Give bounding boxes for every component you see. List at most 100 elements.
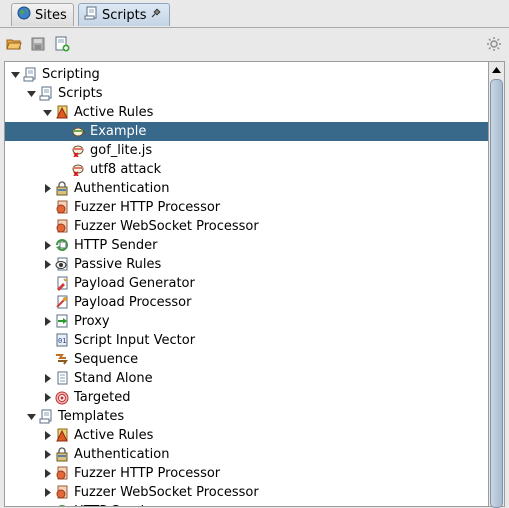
tree-node[interactable]: Fuzzer HTTP Processor: [5, 198, 488, 217]
expand-arrow-right-icon[interactable]: [43, 393, 52, 402]
tree-node[interactable]: Fuzzer WebSocket Processor: [5, 483, 488, 502]
expand-arrow-right-icon[interactable]: [43, 317, 52, 326]
tree-node[interactable]: gof_lite.js: [5, 141, 488, 160]
tree-node-label: Authentication: [74, 181, 170, 196]
authentication-icon: [55, 447, 69, 462]
passive-rules-icon: [55, 257, 69, 272]
folder-open-icon[interactable]: [5, 35, 23, 53]
tree-node[interactable]: Fuzzer HTTP Processor: [5, 464, 488, 483]
tree-node[interactable]: Authentication: [5, 445, 488, 464]
tree-node-label: Fuzzer HTTP Processor: [74, 466, 221, 481]
expand-arrow-down-icon[interactable]: [43, 108, 52, 117]
tree-node-label: Fuzzer WebSocket Processor: [74, 219, 259, 234]
tree-node[interactable]: Payload Generator: [5, 274, 488, 293]
gear-icon[interactable]: [485, 35, 503, 53]
script-tree[interactable]: Scripting Scripts Active Rules Example gof_l…: [4, 61, 488, 507]
vertical-scrollbar[interactable]: [488, 61, 505, 508]
input-vector-icon: 01: [55, 333, 69, 348]
tab-scripts[interactable]: Scripts: [78, 3, 170, 26]
pin-icon[interactable]: [150, 7, 162, 23]
tree-node[interactable]: HTTP Sender: [5, 236, 488, 255]
tree-node[interactable]: Fuzzer WebSocket Processor: [5, 217, 488, 236]
payload-processor-icon: [55, 295, 69, 310]
tree-node[interactable]: utf8 attack: [5, 160, 488, 179]
tree-node-label: Payload Processor: [74, 295, 192, 310]
active-rules-icon: [55, 428, 69, 443]
new-script-icon[interactable]: [53, 35, 71, 53]
tree-node-label: Stand Alone: [74, 371, 153, 386]
tree-node[interactable]: Active Rules: [5, 103, 488, 122]
tree-node-label: Fuzzer HTTP Processor: [74, 200, 221, 215]
expand-arrow-right-icon[interactable]: [43, 450, 52, 459]
tree-node[interactable]: HTTP Sender: [5, 502, 488, 506]
tree-node-label: Targeted: [74, 390, 131, 405]
tree-node-label: HTTP Sender: [74, 503, 157, 506]
tree-node[interactable]: 01 Script Input Vector: [5, 331, 488, 350]
http-sender-icon: [55, 238, 69, 253]
script-disabled-icon: [71, 143, 85, 158]
stand-alone-icon: [55, 371, 69, 386]
proxy-icon: [55, 314, 69, 329]
tab-sites-label: Sites: [35, 7, 67, 23]
tree-node[interactable]: Authentication: [5, 179, 488, 198]
tree-node-label: Active Rules: [74, 105, 154, 120]
scrollbar-thumb[interactable]: [490, 79, 503, 508]
targeted-icon: [55, 390, 69, 405]
fuzzer-icon: [55, 200, 69, 215]
tree-node-label: Templates: [58, 409, 125, 424]
tab-sites[interactable]: Sites: [11, 3, 74, 26]
tree-node-label: Scripting: [42, 67, 100, 82]
expand-arrow-right-icon[interactable]: [43, 469, 52, 478]
fuzzer-icon: [55, 485, 69, 500]
payload-generator-icon: [55, 276, 69, 291]
tab-scripts-label: Scripts: [102, 7, 147, 23]
tree-node-label: Authentication: [74, 447, 170, 462]
expand-arrow-down-icon[interactable]: [27, 412, 36, 421]
active-rules-icon: [55, 105, 69, 120]
scroll-up-arrow-icon[interactable]: [489, 62, 504, 77]
expand-arrow-right-icon[interactable]: [43, 431, 52, 440]
tree-node-label: Passive Rules: [74, 257, 162, 272]
fuzzer-icon: [55, 219, 69, 234]
expand-arrow-right-icon[interactable]: [43, 241, 52, 250]
tree-node-label: gof_lite.js: [90, 143, 153, 158]
tab-bar: Sites Scripts: [0, 0, 509, 28]
tree-node[interactable]: Stand Alone: [5, 369, 488, 388]
tree-node[interactable]: Scripts: [5, 84, 488, 103]
tree-node-label: Example: [90, 124, 147, 139]
tree-node-label: Script Input Vector: [74, 333, 196, 348]
tree-node-label: Scripts: [58, 86, 103, 101]
sequence-icon: [55, 352, 69, 367]
scroll-icon: [39, 86, 53, 101]
tree-node[interactable]: Payload Processor: [5, 293, 488, 312]
script-enabled-icon: [71, 124, 86, 139]
expand-arrow-down-icon[interactable]: [11, 70, 20, 79]
scroll-icon: [84, 6, 98, 24]
floppy-icon[interactable]: [29, 35, 47, 53]
tree-node-label: Active Rules: [74, 428, 154, 443]
tree-node[interactable]: Passive Rules: [5, 255, 488, 274]
tree-node-label: Sequence: [74, 352, 139, 367]
tree-node-label: HTTP Sender: [74, 238, 158, 253]
tree-node-label: Payload Generator: [74, 276, 195, 291]
expand-arrow-right-icon[interactable]: [43, 184, 52, 193]
expand-arrow-right-icon[interactable]: [43, 374, 52, 383]
tree-node[interactable]: Targeted: [5, 388, 488, 407]
tree-node-label: Proxy: [74, 314, 110, 329]
tree-node[interactable]: Scripting: [5, 65, 488, 84]
toolbar: [0, 31, 509, 57]
scroll-icon: [23, 67, 37, 82]
tree-node[interactable]: Sequence: [5, 350, 488, 369]
fuzzer-icon: [55, 466, 69, 481]
expand-arrow-down-icon[interactable]: [27, 89, 36, 98]
tree-node-label: utf8 attack: [90, 162, 162, 177]
expand-arrow-right-icon[interactable]: [43, 260, 52, 269]
tree-node[interactable]: Example: [5, 122, 488, 141]
tree-node[interactable]: Proxy: [5, 312, 488, 331]
svg-text:01: 01: [58, 337, 66, 345]
tree-node[interactable]: Active Rules: [5, 426, 488, 445]
expand-arrow-right-icon[interactable]: [43, 488, 52, 497]
globe-icon: [17, 6, 31, 24]
tree-node[interactable]: Templates: [5, 407, 488, 426]
script-disabled-icon: [71, 162, 85, 177]
